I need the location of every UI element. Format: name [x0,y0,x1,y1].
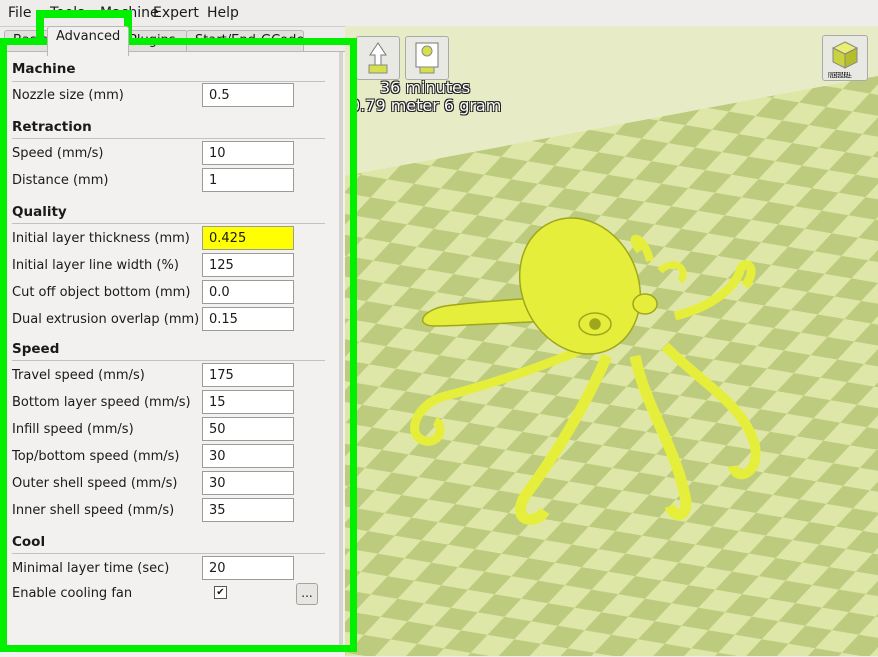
initial-layer-line-width-input[interactable] [202,253,294,277]
printer-icon [415,42,439,74]
dual-extrusion-overlap-label: Dual extrusion overlap (mm) [12,312,200,327]
outer-shell-speed-input[interactable] [202,471,294,495]
infill-speed-input[interactable] [202,417,294,441]
print-time-text: 36 minutes [380,78,471,97]
initial-layer-line-width-label: Initial layer line width (%) [12,258,179,273]
view-mode-label: NORMAL [829,73,851,79]
initial-layer-thickness-input[interactable] [202,226,294,250]
minimal-layer-time-input[interactable] [202,556,294,580]
section-speed: Speed [12,341,60,357]
3d-viewport[interactable] [345,26,878,656]
section-divider [12,81,325,82]
cooling-fan-checkbox[interactable]: ✔ [214,586,227,599]
outer-shell-speed-label: Outer shell speed (mm/s) [12,476,178,491]
dual-extrusion-overlap-input[interactable] [202,307,294,331]
inner-shell-speed-input[interactable] [202,498,294,522]
section-divider [12,138,325,139]
section-quality: Quality [12,204,67,220]
print-material-text: 0.79 meter 6 gram [350,96,502,115]
retraction-distance-label: Distance (mm) [12,173,109,188]
menu-file[interactable]: File [8,5,31,21]
retraction-distance-input[interactable] [202,168,294,192]
section-cool: Cool [12,534,46,550]
section-retraction: Retraction [12,119,92,135]
infill-speed-label: Infill speed (mm/s) [12,422,134,437]
top-bottom-speed-label: Top/bottom speed (mm/s) [12,449,180,464]
settings-tabs: Basic Advanced Plugins Start/End-GCode [0,26,345,56]
menu-help[interactable]: Help [207,5,239,21]
inner-shell-speed-label: Inner shell speed (mm/s) [12,503,175,518]
bottom-layer-speed-label: Bottom layer speed (mm/s) [12,395,191,410]
nozzle-size-label: Nozzle size (mm) [12,88,124,103]
load-model-button[interactable] [356,36,400,80]
section-divider [12,360,325,361]
load-model-icon [368,42,388,74]
cooling-fan-label: Enable cooling fan [12,586,133,601]
menu-expert[interactable]: Expert [153,5,199,21]
control-button[interactable] [405,36,449,80]
retraction-speed-input[interactable] [202,141,294,165]
cooling-fan-more-button[interactable]: ... [296,583,318,605]
print-bed-floor [345,76,878,656]
minimal-layer-time-label: Minimal layer time (sec) [12,561,170,576]
cut-off-bottom-input[interactable] [202,280,294,304]
retraction-speed-label: Speed (mm/s) [12,146,104,161]
top-bottom-speed-input[interactable] [202,444,294,468]
travel-speed-input[interactable] [202,363,294,387]
section-divider [12,223,325,224]
section-machine: Machine [12,61,76,77]
nozzle-size-input[interactable] [202,83,294,107]
print-bed-scene [345,26,878,656]
cut-off-bottom-label: Cut off object bottom (mm) [12,285,191,300]
panel-scrollbar[interactable] [339,52,343,652]
travel-speed-label: Travel speed (mm/s) [12,368,145,383]
initial-layer-thickness-label: Initial layer thickness (mm) [12,231,190,246]
section-divider [12,553,325,554]
bottom-layer-speed-input[interactable] [202,390,294,414]
tab-advanced[interactable]: Advanced [47,26,129,56]
